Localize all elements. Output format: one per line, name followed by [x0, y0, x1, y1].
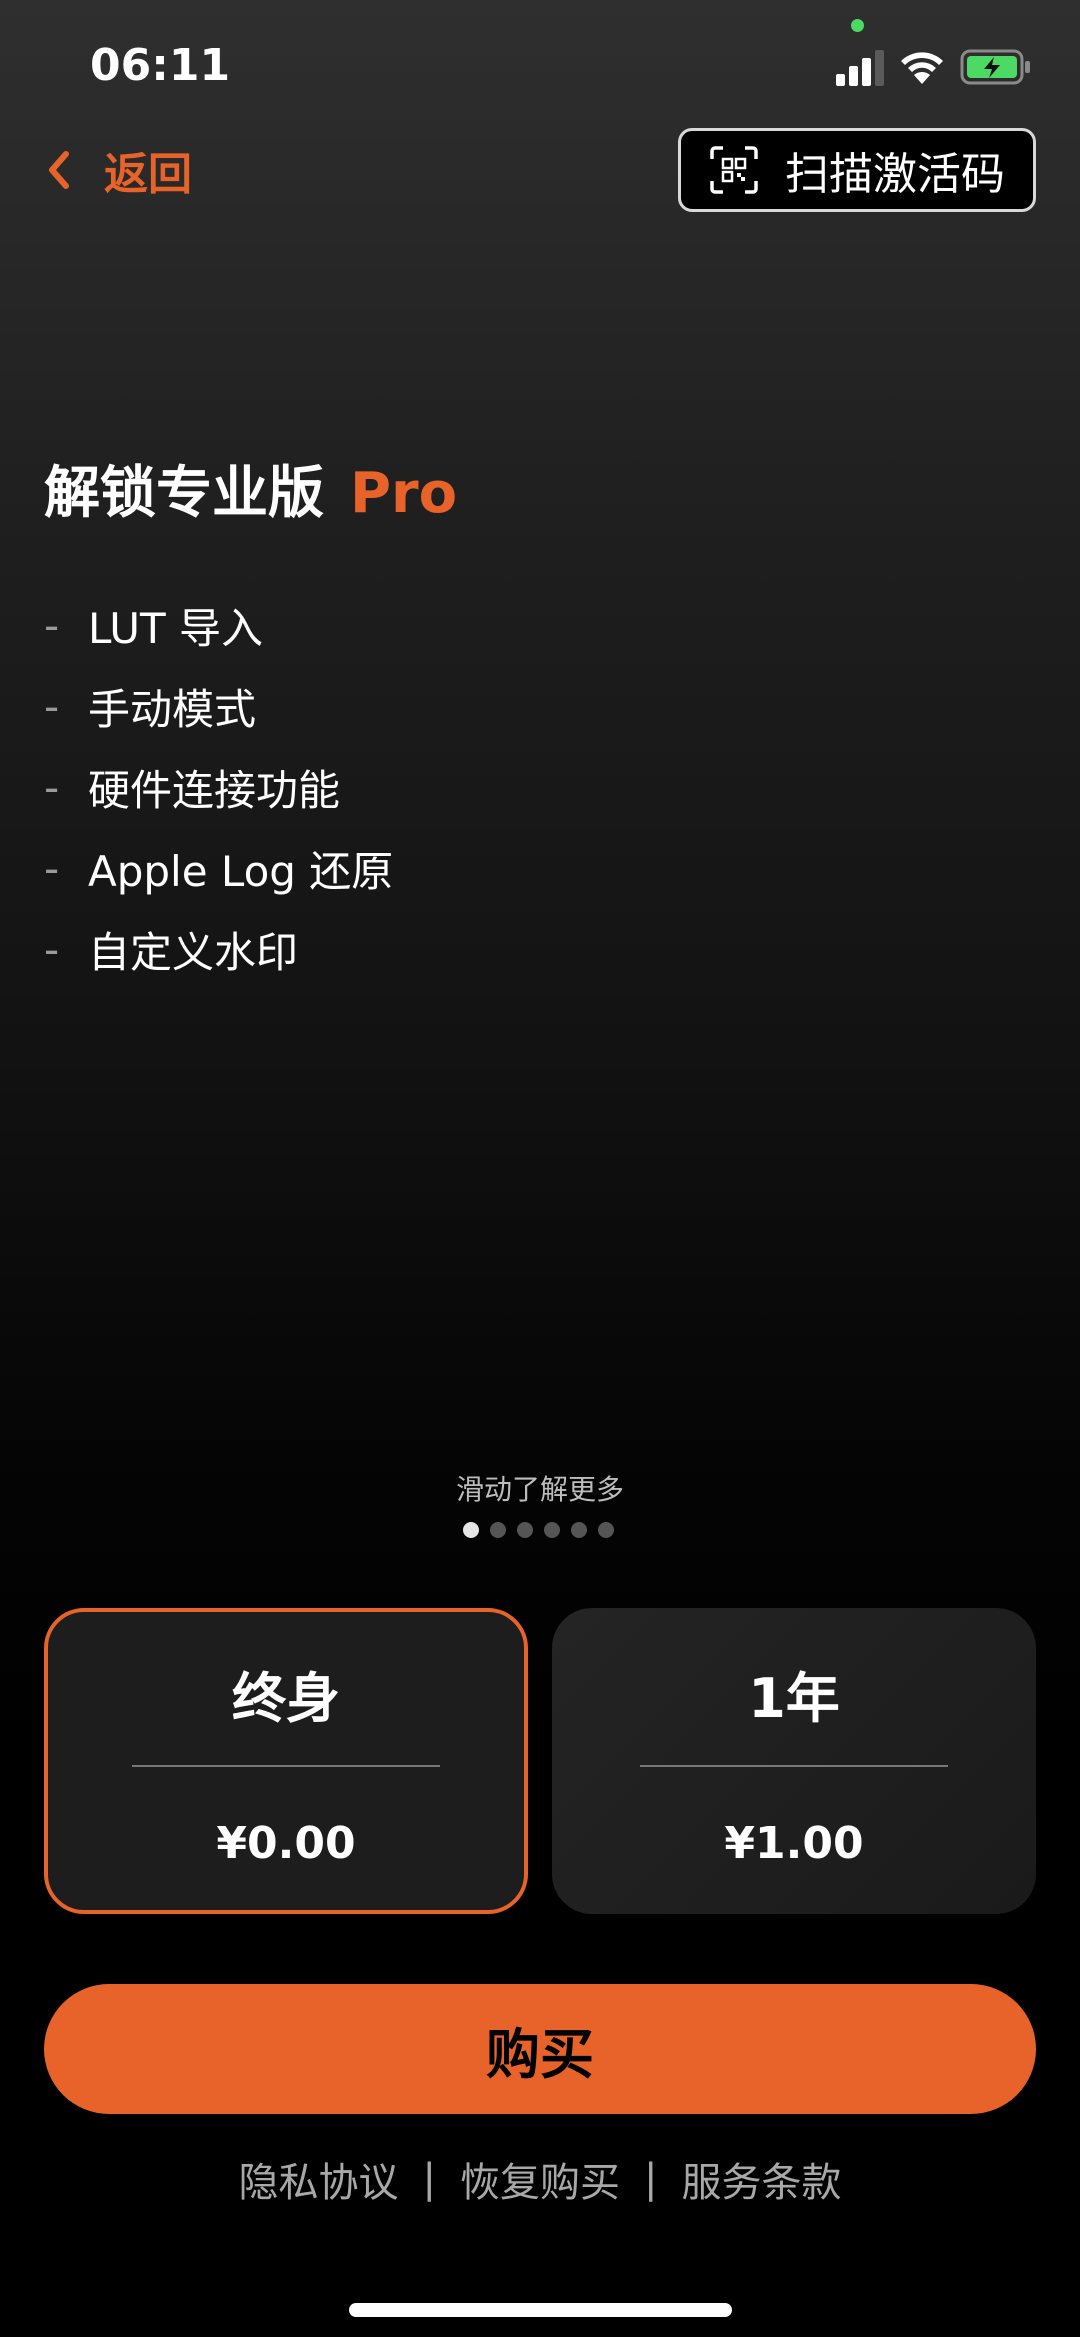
qr-scan-icon — [710, 146, 758, 194]
plan-price: ¥1.00 — [724, 1818, 864, 1869]
buy-button[interactable]: 购买 — [44, 1984, 1036, 2114]
feature-item: - 手动模式 — [44, 666, 393, 747]
feature-dash: - — [44, 763, 60, 812]
page-dot[interactable] — [598, 1522, 614, 1538]
paywall-screen: 06:11 返回 扫描激活码 解锁专业版 Pro - LUT 导入 - 手动模式… — [0, 0, 1080, 2337]
footer-separator: | — [422, 2156, 436, 2202]
feature-label: 硬件连接功能 — [88, 766, 341, 815]
plan-divider — [132, 1765, 440, 1767]
page-dot[interactable] — [571, 1522, 587, 1538]
page-dot[interactable] — [517, 1522, 533, 1538]
footer-separator: | — [644, 2156, 658, 2202]
feature-label: 自定义水印 — [88, 928, 299, 977]
footer-links: 隐私协议 | 恢复购买 | 服务条款 — [0, 2150, 1080, 2208]
feature-item: - Apple Log 还原 — [44, 828, 393, 909]
restore-purchase-link[interactable]: 恢复购买 — [460, 2150, 620, 2208]
page-dot[interactable] — [490, 1522, 506, 1538]
page-dot[interactable] — [463, 1522, 479, 1538]
swipe-hint: 滑动了解更多 — [455, 1473, 624, 1506]
home-indicator[interactable] — [349, 2303, 732, 2317]
status-time: 06:11 — [90, 40, 231, 91]
feature-item: - LUT 导入 — [44, 585, 393, 666]
feature-list: - LUT 导入 - 手动模式 - 硬件连接功能 - Apple Log 还原 - 自定义… — [44, 585, 393, 990]
scan-activation-code-button[interactable]: 扫描激活码 — [678, 128, 1036, 212]
feature-dash: - — [44, 601, 60, 650]
page-indicator[interactable] — [463, 1522, 625, 1538]
plan-divider — [640, 1765, 948, 1767]
chevron-left-icon — [49, 151, 69, 189]
scan-activation-code-label: 扫描激活码 — [785, 149, 1005, 200]
feature-label: LUT 导入 — [88, 604, 264, 653]
feature-dash: - — [44, 844, 60, 893]
plan-card-lifetime[interactable]: 终身 ¥0.00 — [44, 1608, 528, 1914]
terms-of-service-link[interactable]: 服务条款 — [681, 2150, 841, 2208]
back-label: 返回 — [104, 149, 192, 200]
feature-dash: - — [44, 925, 60, 974]
title-main: 解锁专业版 — [44, 461, 324, 526]
plan-name: 终身 — [232, 1667, 340, 1730]
wifi-icon — [901, 52, 943, 84]
title-pro-badge: Pro — [350, 461, 458, 526]
page-title: 解锁专业版 Pro — [44, 448, 457, 529]
camera-indicator-dot — [851, 19, 864, 32]
page-dot[interactable] — [544, 1522, 560, 1538]
battery-charging-icon — [960, 49, 1030, 85]
privacy-policy-link[interactable]: 隐私协议 — [239, 2150, 399, 2208]
feature-label: 手动模式 — [88, 685, 257, 734]
status-bar: 06:11 — [0, 0, 1080, 130]
plan-price: ¥0.00 — [216, 1818, 356, 1869]
cellular-signal-icon — [836, 50, 884, 86]
feature-item: - 自定义水印 — [44, 909, 393, 990]
feature-item: - 硬件连接功能 — [44, 747, 393, 828]
plan-name: 1年 — [748, 1667, 840, 1730]
plan-card-yearly[interactable]: 1年 ¥1.00 — [552, 1608, 1036, 1914]
feature-dash: - — [44, 682, 60, 731]
feature-label: Apple Log 还原 — [88, 847, 394, 896]
back-button[interactable]: 返回 — [44, 140, 192, 200]
